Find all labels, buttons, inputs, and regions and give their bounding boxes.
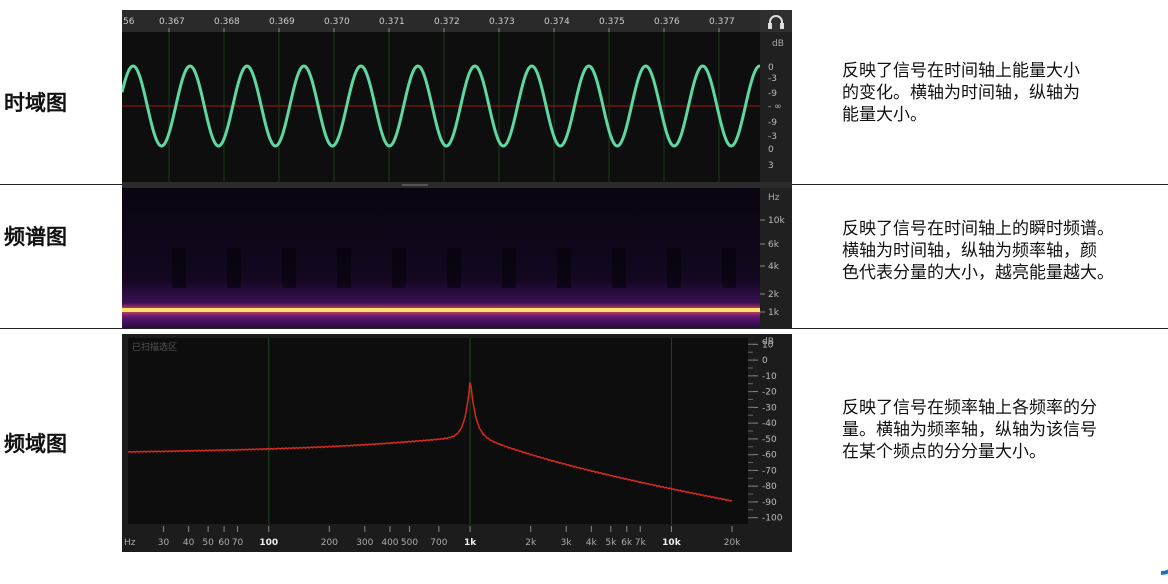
db-tick-label: -10	[762, 372, 777, 382]
freq-tick-label: 30	[158, 538, 170, 548]
freq-tick-label: 4k	[586, 538, 598, 548]
time-tick-label: 0.369	[269, 17, 295, 27]
db-tick-label: -70	[762, 466, 777, 476]
freq-tick-label: 2k	[768, 290, 780, 300]
db-tick-label: -60	[762, 451, 777, 461]
time-tick-label: 0.375	[599, 17, 625, 27]
freq-tick-label: 5k	[605, 538, 617, 548]
db-tick-label: -20	[762, 388, 777, 398]
db-tick-label: -40	[762, 419, 777, 429]
frequency-band	[122, 308, 760, 312]
freq-tick-label: 2k	[525, 538, 537, 548]
spectrogram-shadow	[447, 248, 461, 288]
spectrogram-shadow	[557, 248, 571, 288]
spectrogram-shadow	[722, 248, 736, 288]
freq-tick-label: 6k	[621, 538, 633, 548]
freq-tick-label: 700	[430, 538, 447, 548]
row-label-time-domain: 时域图	[4, 91, 67, 115]
spectrogram-panel[interactable]: Hz 10k 6k 4k 2k 1k	[122, 188, 792, 328]
time-tick-label: 0.367	[159, 17, 185, 27]
row-label-spectrogram: 频谱图	[4, 225, 67, 249]
time-tick-label: 0.372	[434, 17, 460, 27]
freq-tick-label: 20k	[724, 538, 741, 548]
description-spectrogram: 反映了信号在时间轴上的瞬时频谱。 横轴为时间轴，纵轴为频率轴，颜 色代表分量的大…	[842, 219, 1114, 283]
spectrogram-shadow	[282, 248, 296, 288]
time-tick-label: 56	[123, 17, 135, 27]
scanned-selection-label: 已扫描选区	[132, 341, 177, 353]
db-tick-label: -90	[762, 498, 777, 508]
db-tick-label: - ∞	[768, 102, 782, 112]
freq-tick-label: 1k	[464, 538, 477, 548]
db-tick-label: -9	[768, 89, 777, 99]
time-tick-label: 0.368	[214, 17, 240, 27]
db-tick-label: 10	[762, 340, 774, 350]
db-tick-label: -30	[762, 403, 777, 413]
db-tick-label: -9	[768, 118, 777, 128]
spectrogram-shadow	[337, 248, 351, 288]
time-tick-label: 0.374	[544, 17, 570, 27]
hz-unit-label: Hz	[768, 193, 780, 203]
spectrogram-shadow	[502, 248, 516, 288]
freq-tick-label: 70	[232, 538, 244, 548]
freq-tick-label: 40	[183, 538, 195, 548]
freq-tick-label: 7k	[635, 538, 647, 548]
row-divider	[0, 328, 1168, 329]
description-frequency-domain: 反映了信号在频率轴上各频率的分 量。横轴为频率轴，纵轴为该信号 在某个频点的分分…	[842, 398, 1097, 462]
db-tick-label: -80	[762, 482, 777, 492]
freq-tick-label: 10k	[662, 538, 682, 548]
time-tick-label: 0.373	[489, 17, 515, 27]
spectrum-panel[interactable]: 已扫描选区 dB 10 0 -10 -20 -30 -40 -50 -60 -70 -80 -90-…	[122, 334, 792, 552]
decorative-corner-arc	[1131, 524, 1168, 584]
freq-tick-label: 4k	[768, 262, 780, 272]
db-tick-label: -3	[768, 132, 777, 142]
freq-tick-label: 10k	[768, 216, 785, 226]
freq-tick-label: 400	[381, 538, 398, 548]
freq-tick-label: 300	[356, 538, 373, 548]
freq-tick-label: 100	[259, 538, 278, 548]
spectrogram-shadow	[227, 248, 241, 288]
freq-tick-label: 3k	[561, 538, 573, 548]
db-tick-label: 0	[762, 356, 768, 366]
spectrogram-shadow	[392, 248, 406, 288]
time-tick-label: 0.371	[379, 17, 405, 27]
db-tick-label: -50	[762, 435, 777, 445]
db-tick-label: 3	[768, 161, 774, 171]
spectrogram-shadow	[667, 248, 681, 288]
waveform-panel[interactable]: 56 0.367 0.368 0.369 0.370 0.371 0.372 0.373 0.3…	[122, 10, 792, 182]
freq-tick-label: 200	[321, 538, 338, 548]
description-time-domain: 反映了信号在时间轴上能量大小 的变化。横轴为时间轴，纵轴为 能量大小。	[842, 61, 1080, 125]
db-unit-label: dB	[772, 39, 784, 49]
freq-tick-label: 50	[202, 538, 214, 548]
time-tick-label: 0.377	[709, 17, 735, 27]
spectrum-hz-unit-label: Hz	[124, 538, 136, 548]
freq-tick-label: 500	[401, 538, 418, 548]
freq-tick-label: 6k	[768, 240, 780, 250]
db-tick-label: 0	[768, 145, 774, 155]
db-tick-label: -3	[768, 74, 777, 84]
spectrogram-shadow	[172, 248, 186, 288]
db-tick-label: 0	[768, 63, 774, 73]
freq-tick-label: 1k	[768, 308, 780, 318]
time-tick-label: 0.370	[324, 17, 350, 27]
db-tick-label: -100	[762, 514, 783, 524]
freq-tick-label: 60	[218, 538, 230, 548]
time-tick-label: 0.376	[654, 17, 680, 27]
row-label-frequency-domain: 频域图	[4, 432, 67, 456]
spectrogram-shadow	[612, 248, 626, 288]
